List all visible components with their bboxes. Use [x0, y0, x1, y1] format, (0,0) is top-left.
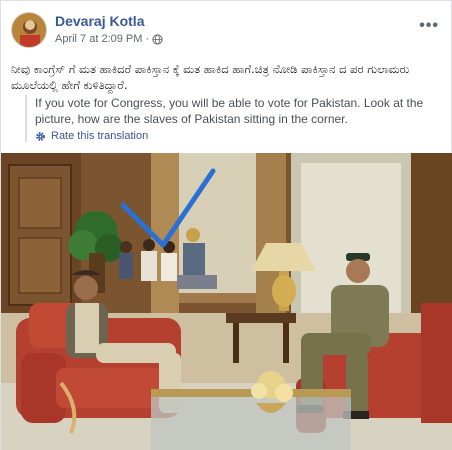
post-photo[interactable] — [1, 153, 452, 450]
post-header: Devaraj Kotla April 7 at 2:09 PM · ••• — [11, 11, 443, 51]
facebook-post: Devaraj Kotla April 7 at 2:09 PM · ••• ನ… — [0, 0, 452, 450]
post-body-text: ನೀವು ಕಾಂಗ್ರೆಸ್ ಗೆ ಮತ ಹಾಕಿದರೆ ಪಾಕಿಸ್ತಾನ ಕ… — [11, 62, 410, 92]
post-timestamp[interactable]: April 7 at 2:09 PM — [55, 33, 142, 45]
author-name[interactable]: Devaraj Kotla — [55, 13, 144, 29]
translation-text: If you vote for Congress, you will be ab… — [35, 96, 424, 126]
gear-icon — [36, 131, 45, 141]
post-meta: April 7 at 2:09 PM · — [55, 33, 163, 45]
rate-translation-link[interactable]: Rate this translation — [35, 130, 443, 142]
meta-separator: · — [145, 33, 150, 45]
translation-block: If you vote for Congress, you will be ab… — [25, 95, 443, 142]
author-avatar[interactable] — [11, 12, 47, 48]
rate-translation-label: Rate this translation — [51, 130, 149, 142]
more-options-icon[interactable]: ••• — [419, 17, 439, 35]
globe-icon — [152, 33, 163, 45]
